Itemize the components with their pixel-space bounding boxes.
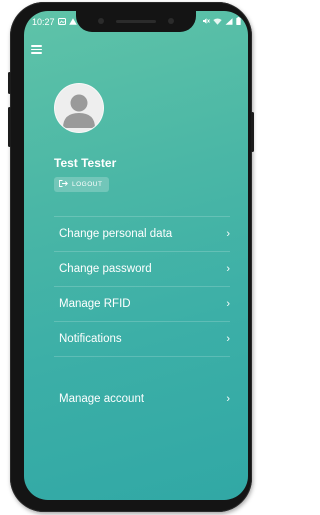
front-camera [98,18,104,24]
menu-item-label: Change password [59,263,152,275]
logout-label: LOGOUT [72,181,103,188]
chevron-right-icon: › [226,263,230,275]
menu-item-label: Manage RFID [59,298,131,310]
battery-icon [236,17,241,27]
status-bar-right [202,16,241,28]
power-button [251,112,254,152]
sensor [168,18,174,24]
chevron-right-icon: › [226,228,230,240]
logout-button[interactable]: LOGOUT [54,177,110,192]
menu-item-notifications[interactable]: Notifications › [54,321,230,356]
status-time: 10:27 [32,17,55,27]
manage-account-button[interactable]: Manage account › [54,387,230,411]
manage-account-label: Manage account [59,393,145,405]
menu-item-change-personal-data[interactable]: Change personal data › [54,216,230,251]
chevron-right-icon: › [226,298,230,310]
chevron-right-icon: › [226,333,230,345]
menu-item-label: Notifications [59,333,122,345]
phone-notch [76,11,196,32]
mute-icon [202,17,210,27]
user-name: Test Tester [54,156,117,170]
signal-icon [225,17,233,27]
menu-item-label: Change personal data [59,228,173,240]
menu-item-manage-rfid[interactable]: Manage RFID › [54,286,230,321]
hamburger-icon[interactable] [31,45,42,54]
volume-down-button [8,107,11,147]
settings-menu: Change personal data › Change password ›… [54,216,230,357]
earpiece-speaker [116,20,156,23]
menu-divider [54,356,230,357]
wifi-icon [213,18,222,27]
app-screen: 10:27 Test Tester LOGOUT Change personal… [24,11,248,500]
image-icon [57,17,66,27]
menu-item-change-password[interactable]: Change password › [54,251,230,286]
chevron-right-icon: › [226,393,230,405]
user-avatar-icon[interactable] [54,83,104,133]
status-bar-left: 10:27 [32,16,77,28]
logout-icon [59,180,68,189]
volume-up-button [8,72,11,94]
